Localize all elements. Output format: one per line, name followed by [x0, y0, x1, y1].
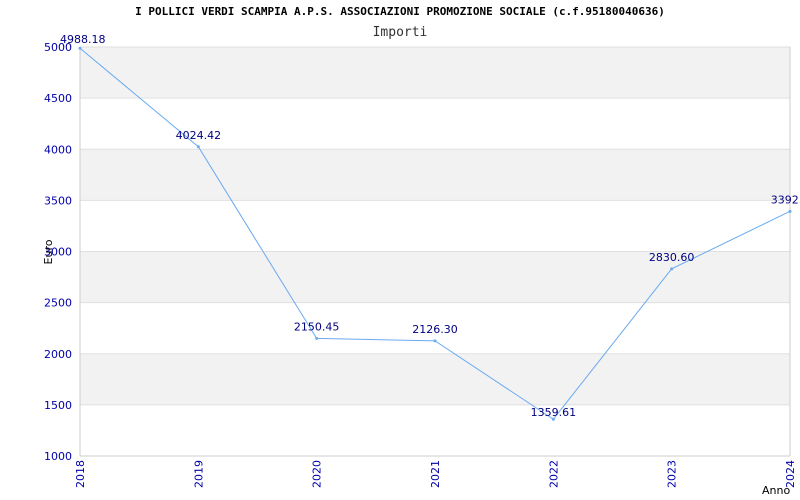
- grid-band: [80, 353, 790, 405]
- x-tick-label: 2023: [666, 460, 679, 488]
- data-label: 2126.30: [412, 323, 458, 336]
- grid-band: [80, 149, 790, 201]
- data-label: 4988.18: [60, 33, 106, 46]
- data-point: [315, 336, 319, 340]
- data-label: 3392.7: [771, 193, 800, 206]
- x-axis-label: Anno: [762, 484, 790, 497]
- data-point: [670, 267, 674, 271]
- y-tick-label: 3500: [44, 194, 72, 207]
- y-tick-label: 2000: [44, 348, 72, 361]
- x-tick-label: 2021: [429, 460, 442, 488]
- data-label: 2150.45: [294, 320, 340, 333]
- y-tick-label: 1000: [44, 450, 72, 463]
- line-chart: 1000150020002500300035004000450050002018…: [42, 33, 800, 497]
- grid-band: [80, 47, 790, 99]
- y-tick-label: 4500: [44, 92, 72, 105]
- data-point: [788, 209, 792, 213]
- data-label: 2830.60: [649, 251, 695, 264]
- x-tick-label: 2020: [311, 460, 324, 488]
- x-tick-label: 2018: [74, 460, 87, 488]
- data-point: [78, 46, 82, 50]
- x-tick-label: 2022: [547, 460, 560, 488]
- data-label: 4024.42: [176, 129, 222, 142]
- y-tick-label: 2500: [44, 297, 72, 310]
- data-label: 1359.61: [531, 406, 577, 419]
- y-tick-label: 1500: [44, 399, 72, 412]
- y-tick-label: 4000: [44, 143, 72, 156]
- x-tick-label: 2019: [192, 460, 205, 488]
- y-axis-label: Euro: [42, 239, 55, 264]
- data-point: [433, 339, 437, 343]
- data-point: [196, 145, 200, 149]
